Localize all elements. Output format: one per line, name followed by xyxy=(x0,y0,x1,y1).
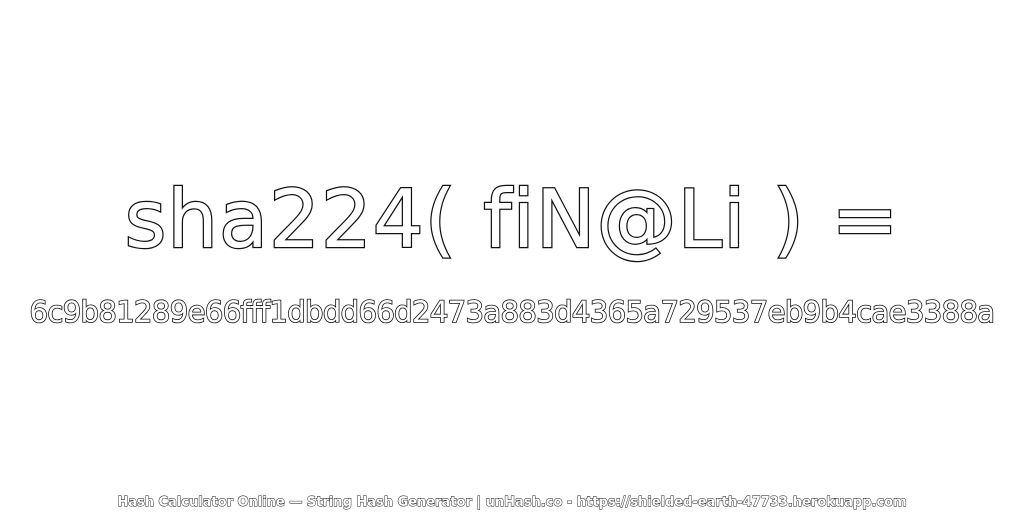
footer-credit: Hash Calculator Online — String Hash Gen… xyxy=(117,495,907,511)
hash-expression: sha224( fiN@Li ) = xyxy=(123,172,900,268)
hash-value: 6c9b81289e66fff1dbdd66d2473a883d4365a729… xyxy=(29,294,996,330)
canvas: sha224( fiN@Li ) = 6c9b81289e66fff1dbdd6… xyxy=(0,0,1024,512)
